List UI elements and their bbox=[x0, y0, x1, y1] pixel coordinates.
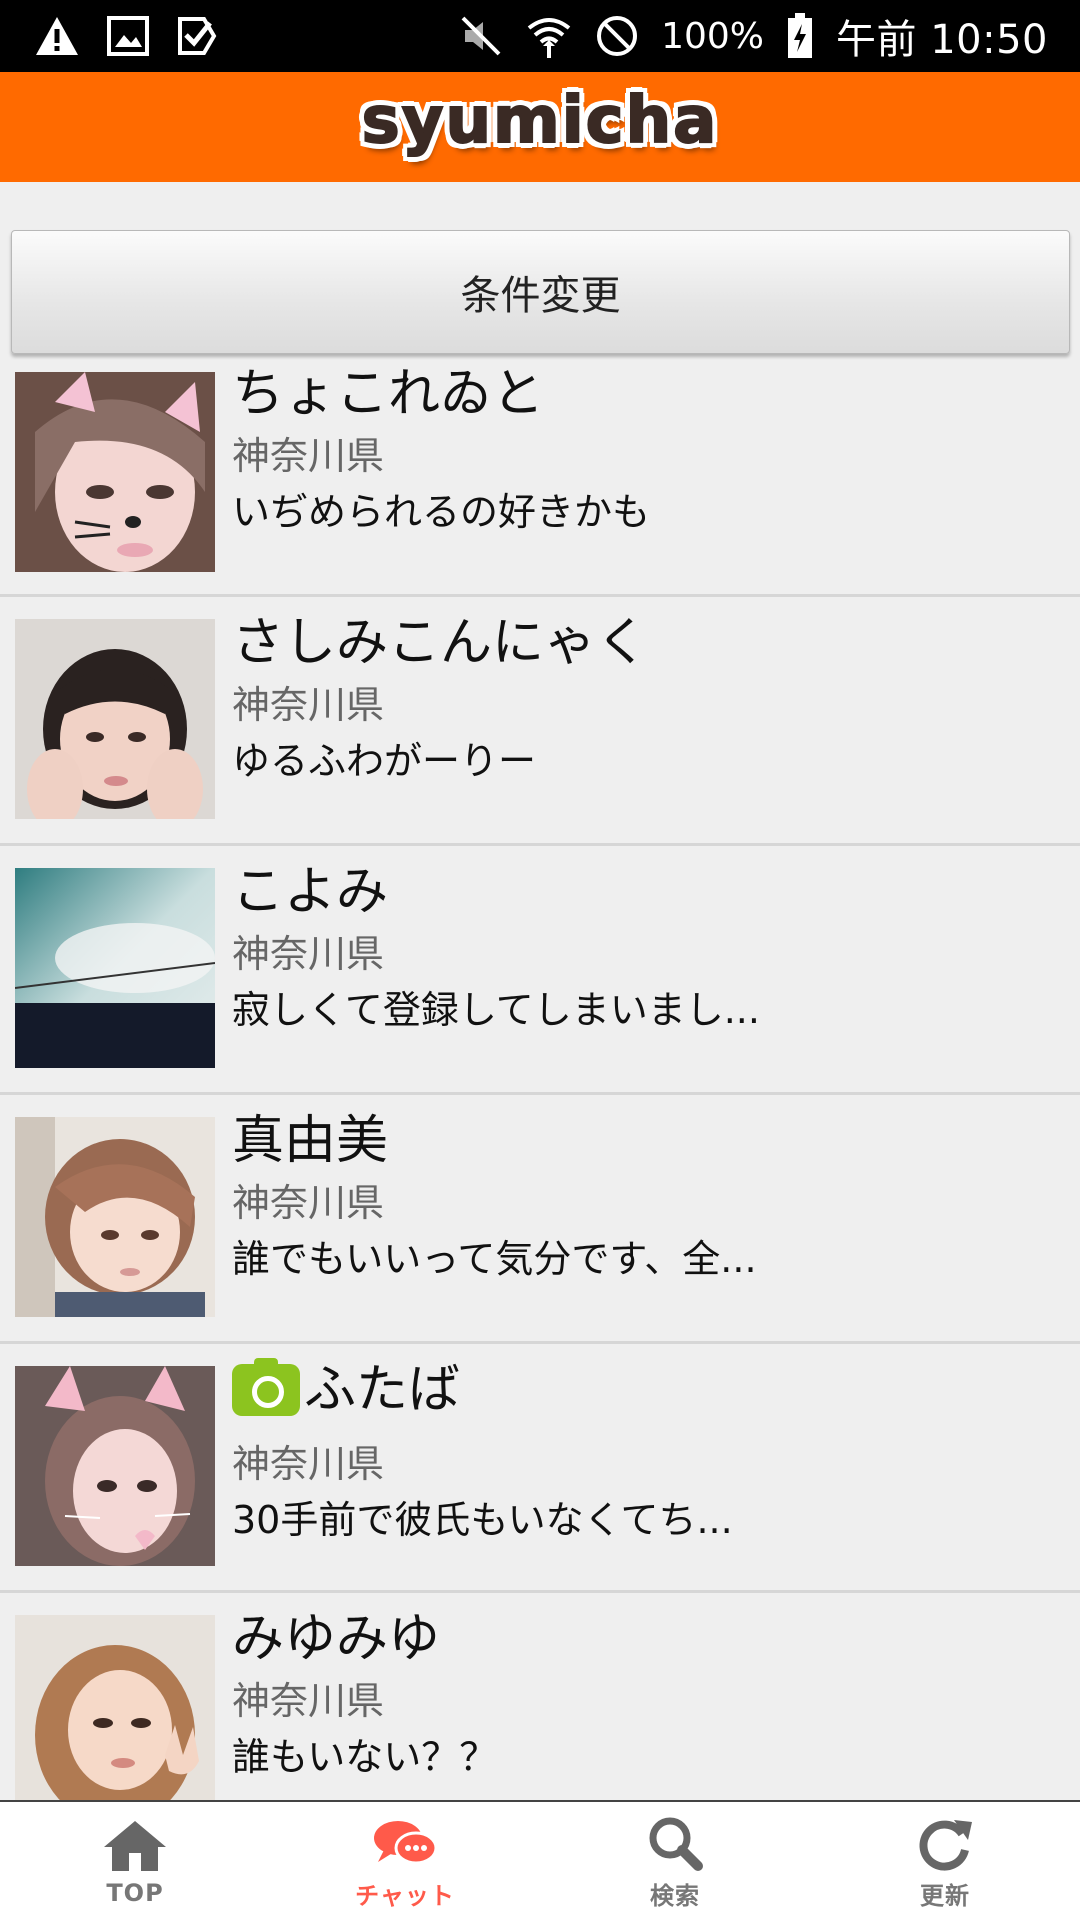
user-message: 寂しくて登録してしまいまし... bbox=[232, 988, 760, 1032]
warning-icon bbox=[36, 17, 78, 55]
wifi-icon bbox=[527, 18, 571, 58]
nav-top[interactable]: TOP bbox=[0, 1802, 270, 1922]
user-list: ちょこれゐと 神奈川県 いぢめられるの好きかも さしみこんにゃく 神奈川県 ゆる… bbox=[0, 360, 1080, 1842]
nav-label-top: TOP bbox=[106, 1879, 164, 1907]
nav-label-search: 検索 bbox=[650, 1881, 700, 1910]
list-item[interactable]: こよみ 神奈川県 寂しくて登録してしまいまし... bbox=[0, 846, 1080, 1095]
user-message: 誰もいない？？ bbox=[232, 1735, 498, 1779]
mute-icon bbox=[461, 16, 501, 56]
nav-label-refresh: 更新 bbox=[920, 1881, 970, 1910]
battery-percent: 100% bbox=[661, 15, 764, 57]
list-item[interactable]: ふたば 神奈川県 30手前で彼氏もいなくてち... bbox=[0, 1344, 1080, 1593]
user-name: こよみ bbox=[232, 862, 389, 922]
user-name: みゆみゆ bbox=[232, 1609, 441, 1669]
nav-label-chat: チャット bbox=[355, 1881, 455, 1910]
image-notification-icon bbox=[107, 16, 149, 56]
search-icon bbox=[649, 1817, 703, 1871]
app-logo: syumicha bbox=[361, 83, 719, 159]
avatar bbox=[15, 1117, 215, 1317]
avatar bbox=[15, 1615, 215, 1815]
camera-icon bbox=[232, 1358, 300, 1416]
list-item[interactable]: ちょこれゐと 神奈川県 いぢめられるの好きかも bbox=[0, 360, 1080, 597]
user-name: さしみこんにゃく bbox=[232, 613, 649, 673]
chat-icon bbox=[374, 1820, 438, 1864]
list-item[interactable]: さしみこんにゃく 神奈川県 ゆるふわがーりー bbox=[0, 597, 1080, 846]
avatar bbox=[15, 619, 215, 819]
bottom-nav: TOP チャット 検索 更新 bbox=[0, 1800, 1080, 1922]
user-message: ゆるふわがーりー bbox=[232, 739, 537, 783]
user-name: ふたば bbox=[304, 1360, 461, 1420]
refresh-icon bbox=[919, 1819, 972, 1871]
avatar bbox=[15, 1366, 215, 1566]
list-item[interactable]: 真由美 神奈川県 誰でもいいって気分です、全... bbox=[0, 1095, 1080, 1344]
user-prefecture: 神奈川県 bbox=[232, 1442, 385, 1486]
do-not-disturb-icon bbox=[597, 16, 638, 56]
battery-charging-icon bbox=[788, 13, 812, 58]
user-prefecture: 神奈川県 bbox=[232, 932, 385, 976]
home-icon bbox=[104, 1821, 166, 1871]
app-header: syumicha bbox=[0, 72, 1080, 182]
user-prefecture: 神奈川県 bbox=[232, 1679, 385, 1723]
clock: 午前 10:50 bbox=[836, 17, 1048, 63]
user-name: 真由美 bbox=[232, 1111, 389, 1171]
avatar bbox=[15, 372, 215, 572]
avatar bbox=[15, 868, 215, 1068]
user-name: ちょこれゐと bbox=[232, 364, 545, 424]
user-prefecture: 神奈川県 bbox=[232, 1181, 385, 1225]
user-message: 誰でもいいって気分です、全... bbox=[232, 1237, 757, 1281]
status-bar: 100% 午前 10:50 bbox=[0, 0, 1080, 72]
nav-search[interactable]: 検索 bbox=[540, 1802, 810, 1922]
user-message: いぢめられるの好きかも bbox=[232, 490, 651, 534]
user-prefecture: 神奈川県 bbox=[232, 434, 385, 478]
change-conditions-button[interactable]: 条件変更 bbox=[11, 230, 1070, 354]
user-message: 30手前で彼氏もいなくてち... bbox=[232, 1498, 733, 1542]
nav-chat[interactable]: チャット bbox=[270, 1802, 540, 1922]
user-prefecture: 神奈川県 bbox=[232, 683, 385, 727]
user-name-row: ふたば bbox=[232, 1356, 1060, 1424]
task-notification-icon bbox=[178, 17, 217, 55]
nav-refresh[interactable]: 更新 bbox=[810, 1802, 1080, 1922]
